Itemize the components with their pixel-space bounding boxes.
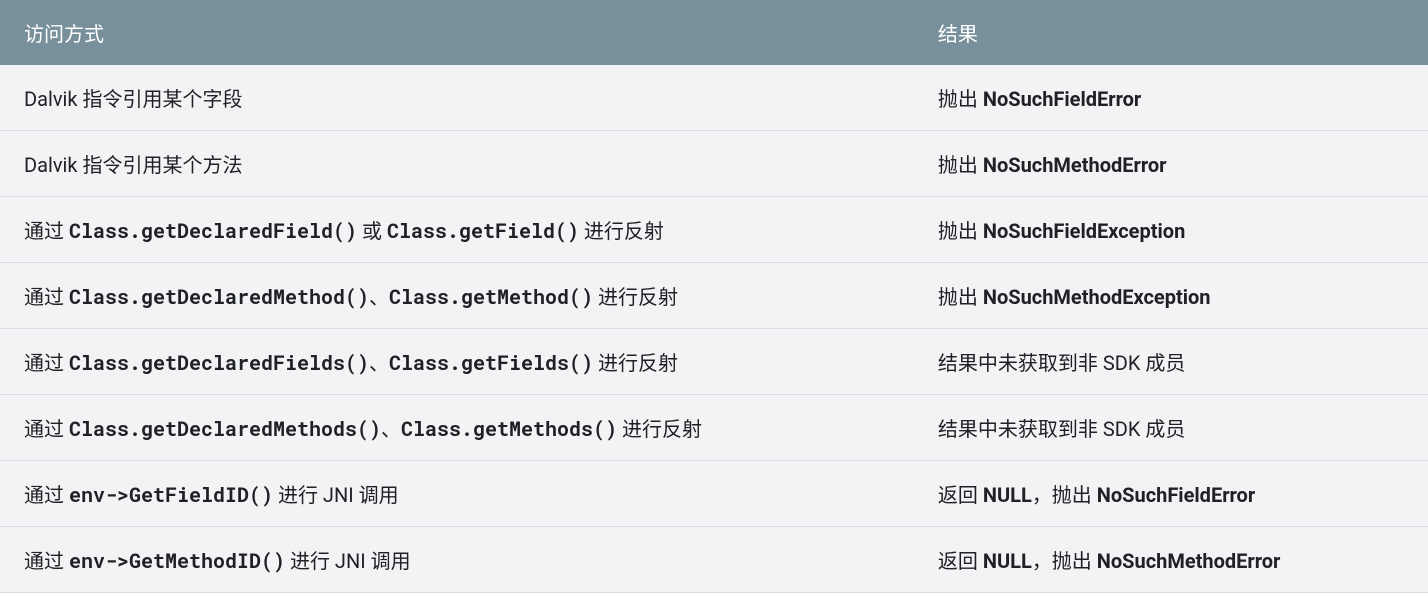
- text-segment: Class.getFields(): [389, 350, 593, 376]
- text-segment: 抛出: [938, 87, 983, 111]
- text-segment: NULL: [983, 549, 1032, 573]
- text-segment: Dalvik 指令引用某个方法: [24, 153, 243, 177]
- text-segment: Class.getDeclaredFields(): [69, 350, 369, 376]
- text-segment: 通过: [24, 549, 69, 573]
- text-segment: NoSuchMethodError: [983, 153, 1167, 177]
- text-segment: NULL: [983, 483, 1032, 507]
- cell-method: 通过 env->GetMethodID() 进行 JNI 调用: [0, 527, 914, 593]
- text-segment: NoSuchFieldError: [983, 87, 1141, 111]
- table-body: Dalvik 指令引用某个字段抛出 NoSuchFieldErrorDalvik…: [0, 65, 1428, 593]
- text-segment: 通过: [24, 219, 69, 243]
- text-segment: 、: [381, 417, 401, 441]
- text-segment: 进行反射: [593, 351, 678, 375]
- text-segment: 通过: [24, 351, 69, 375]
- table-row: 通过 env->GetMethodID() 进行 JNI 调用返回 NULL，抛…: [0, 527, 1428, 593]
- text-segment: Class.getDeclaredField(): [69, 218, 357, 244]
- text-segment: NoSuchFieldException: [983, 219, 1185, 243]
- text-segment: NoSuchMethodError: [1097, 549, 1281, 573]
- text-segment: 通过: [24, 417, 69, 441]
- cell-result: 抛出 NoSuchFieldError: [914, 65, 1428, 131]
- text-segment: Class.getMethod(): [389, 284, 593, 310]
- text-segment: 、: [369, 285, 389, 309]
- text-segment: Class.getDeclaredMethod(): [69, 284, 369, 310]
- text-segment: 抛出: [938, 153, 983, 177]
- text-segment: env->GetFieldID(): [69, 482, 273, 508]
- cell-method: 通过 Class.getDeclaredMethods()、Class.getM…: [0, 395, 914, 461]
- text-segment: NoSuchFieldError: [1097, 483, 1255, 507]
- text-segment: 通过: [24, 285, 69, 309]
- cell-method: 通过 Class.getDeclaredFields()、Class.getFi…: [0, 329, 914, 395]
- cell-result: 抛出 NoSuchMethodError: [914, 131, 1428, 197]
- cell-method: 通过 Class.getDeclaredMethod()、Class.getMe…: [0, 263, 914, 329]
- text-segment: 结果中未获取到非 SDK 成员: [938, 417, 1185, 441]
- cell-method: Dalvik 指令引用某个字段: [0, 65, 914, 131]
- text-segment: Class.getField(): [387, 218, 579, 244]
- text-segment: 抛出: [938, 219, 983, 243]
- cell-result: 结果中未获取到非 SDK 成员: [914, 395, 1428, 461]
- header-method: 访问方式: [0, 0, 914, 65]
- text-segment: 返回: [938, 549, 983, 573]
- cell-result: 抛出 NoSuchFieldException: [914, 197, 1428, 263]
- text-segment: 、: [369, 351, 389, 375]
- table-row: 通过 Class.getDeclaredField() 或 Class.getF…: [0, 197, 1428, 263]
- cell-result: 抛出 NoSuchMethodException: [914, 263, 1428, 329]
- table-row: 通过 env->GetFieldID() 进行 JNI 调用返回 NULL，抛出…: [0, 461, 1428, 527]
- api-access-table: 访问方式 结果 Dalvik 指令引用某个字段抛出 NoSuchFieldErr…: [0, 0, 1428, 593]
- text-segment: 返回: [938, 483, 983, 507]
- cell-result: 返回 NULL，抛出 NoSuchMethodError: [914, 527, 1428, 593]
- text-segment: 通过: [24, 483, 69, 507]
- text-segment: Dalvik 指令引用某个字段: [24, 87, 243, 111]
- text-segment: 进行 JNI 调用: [273, 483, 399, 507]
- text-segment: 进行 JNI 调用: [285, 549, 411, 573]
- text-segment: ，抛出: [1032, 549, 1097, 573]
- text-segment: NoSuchMethodException: [983, 285, 1211, 309]
- text-segment: 进行反射: [593, 285, 678, 309]
- cell-method: Dalvik 指令引用某个方法: [0, 131, 914, 197]
- text-segment: env->GetMethodID(): [69, 548, 285, 574]
- table-row: 通过 Class.getDeclaredMethods()、Class.getM…: [0, 395, 1428, 461]
- text-segment: Class.getDeclaredMethods(): [69, 416, 381, 442]
- table-row: Dalvik 指令引用某个字段 抛出 NoSuchFieldError: [0, 65, 1428, 131]
- cell-result: 返回 NULL，抛出 NoSuchFieldError: [914, 461, 1428, 527]
- text-segment: 抛出: [938, 285, 983, 309]
- cell-method: 通过 Class.getDeclaredField() 或 Class.getF…: [0, 197, 914, 263]
- table-row: 通过 Class.getDeclaredFields()、Class.getFi…: [0, 329, 1428, 395]
- text-segment: ，抛出: [1032, 483, 1097, 507]
- table-row: Dalvik 指令引用某个方法 抛出 NoSuchMethodError: [0, 131, 1428, 197]
- table-row: 通过 Class.getDeclaredMethod()、Class.getMe…: [0, 263, 1428, 329]
- cell-method: 通过 env->GetFieldID() 进行 JNI 调用: [0, 461, 914, 527]
- text-segment: 进行反射: [579, 219, 664, 243]
- text-segment: 结果中未获取到非 SDK 成员: [938, 351, 1185, 375]
- table-header-row: 访问方式 结果: [0, 0, 1428, 65]
- text-segment: 进行反射: [617, 417, 702, 441]
- header-result: 结果: [914, 0, 1428, 65]
- text-segment: Class.getMethods(): [401, 416, 617, 442]
- text-segment: 或: [357, 219, 387, 243]
- cell-result: 结果中未获取到非 SDK 成员: [914, 329, 1428, 395]
